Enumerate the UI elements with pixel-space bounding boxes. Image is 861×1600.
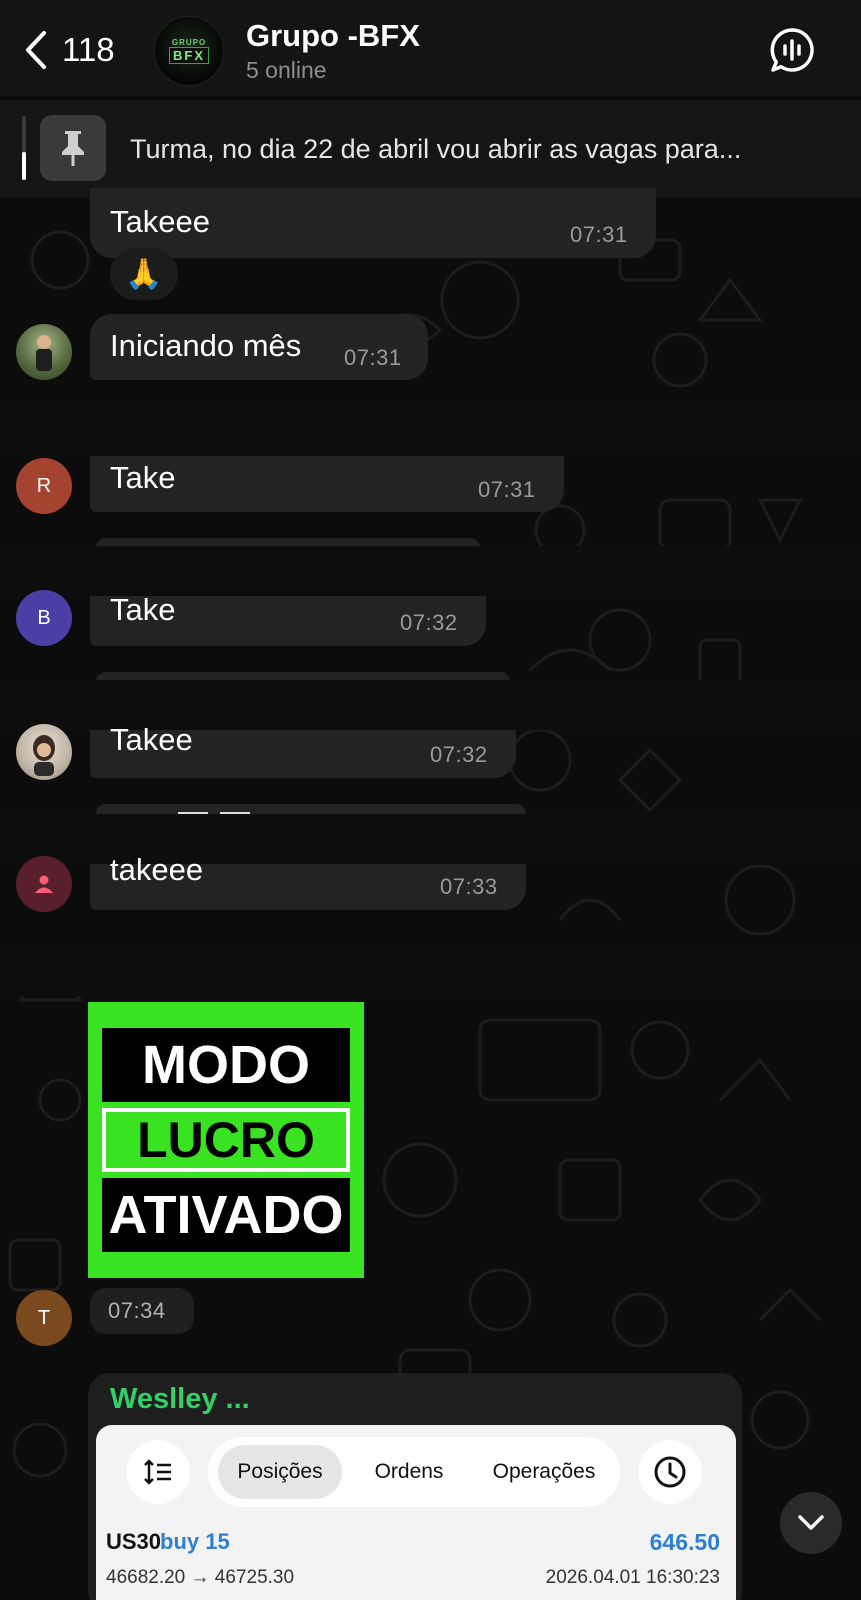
avatar[interactable]	[16, 856, 72, 912]
avatar[interactable]	[16, 724, 72, 780]
clock-icon	[638, 1440, 702, 1504]
sticker-line-2: LUCRO	[102, 1108, 350, 1172]
tab-ordens[interactable]: Ordens	[354, 1445, 464, 1499]
group-avatar-caption: GRUPO	[171, 38, 207, 47]
message-time: 07:31	[478, 477, 536, 502]
message-text: Iniciando mês	[110, 328, 302, 363]
avatar[interactable]	[16, 324, 72, 380]
avatar[interactable]: B	[16, 590, 72, 646]
tab-segmented-control: Posições Ordens Operações	[208, 1437, 620, 1507]
chat-header: 118 GRUPO BFX Grupo -BFX 5 online	[0, 0, 861, 96]
avatar[interactable]: R	[16, 458, 72, 514]
message-time: 07:32	[400, 610, 458, 635]
sticker-modo-lucro[interactable]: MODO LUCRO ATIVADO	[88, 1002, 364, 1278]
sticker-line-1: MODO	[102, 1028, 350, 1102]
tab-operacoes[interactable]: Operações	[472, 1445, 616, 1499]
chevron-left-icon	[26, 31, 46, 69]
hidden-band	[0, 405, 861, 457]
chevron-down-icon	[798, 1515, 824, 1530]
user-icon	[35, 875, 53, 893]
message-text: Takee	[110, 722, 193, 757]
sender-name[interactable]: Weslley ...	[110, 1383, 250, 1416]
avatar-photo	[33, 735, 55, 776]
pinned-message-text: Turma, no dia 22 de abril vou abrir as v…	[130, 134, 742, 164]
avatar-initial: R	[36, 474, 52, 497]
chat-screen: 118 GRUPO BFX Grupo -BFX 5 online Turma,…	[0, 0, 861, 1600]
reaction-badge[interactable]: 🙏	[110, 248, 178, 300]
avatar-initial: T	[37, 1306, 51, 1329]
message-time: 07:32	[430, 742, 488, 767]
unread-count: 118	[62, 31, 115, 68]
trade-prices: 46682.20 → 46725.30	[106, 1567, 295, 1588]
back-button[interactable]: 118	[20, 26, 115, 74]
trade-screenshot[interactable]: Posições Ordens Operações US30 buy 15 64…	[96, 1425, 736, 1600]
message-text: Take	[110, 592, 176, 627]
group-avatar[interactable]: GRUPO BFX	[154, 16, 224, 86]
trade-symbol: US30	[106, 1529, 162, 1554]
hidden-band	[0, 546, 861, 596]
trade-profit: 646.50	[649, 1529, 720, 1555]
voice-chat-icon[interactable]	[768, 26, 816, 74]
trade-datetime: 2026.04.01 16:30:23	[545, 1567, 720, 1588]
online-status: 5 online	[246, 57, 327, 83]
message-time: 07:34	[108, 1298, 166, 1323]
scroll-down-button[interactable]	[780, 1492, 842, 1554]
pin-icon	[40, 115, 106, 181]
hidden-band	[0, 946, 861, 996]
sort-icon	[126, 1440, 190, 1504]
message-text: takeee	[110, 852, 204, 887]
trade-side: buy 15	[160, 1529, 230, 1554]
pinned-message-bar[interactable]: Turma, no dia 22 de abril vou abrir as v…	[0, 100, 861, 198]
pinned-indicator	[22, 116, 26, 180]
group-avatar-logo: BFX	[169, 47, 209, 64]
message-text: Takeee	[110, 204, 210, 239]
message-time: 07:31	[344, 345, 402, 370]
message-time: 07:33	[440, 874, 498, 899]
tab-posicoes[interactable]: Posições	[218, 1445, 342, 1499]
avatar[interactable]: T	[16, 1290, 72, 1346]
message-time: 07:31	[570, 222, 628, 247]
avatar-initial: B	[37, 606, 51, 629]
avatar-photo	[36, 335, 52, 371]
sticker-line-3: ATIVADO	[102, 1178, 350, 1252]
message-text: Take	[110, 460, 176, 495]
group-title[interactable]: Grupo -BFX	[246, 18, 420, 54]
